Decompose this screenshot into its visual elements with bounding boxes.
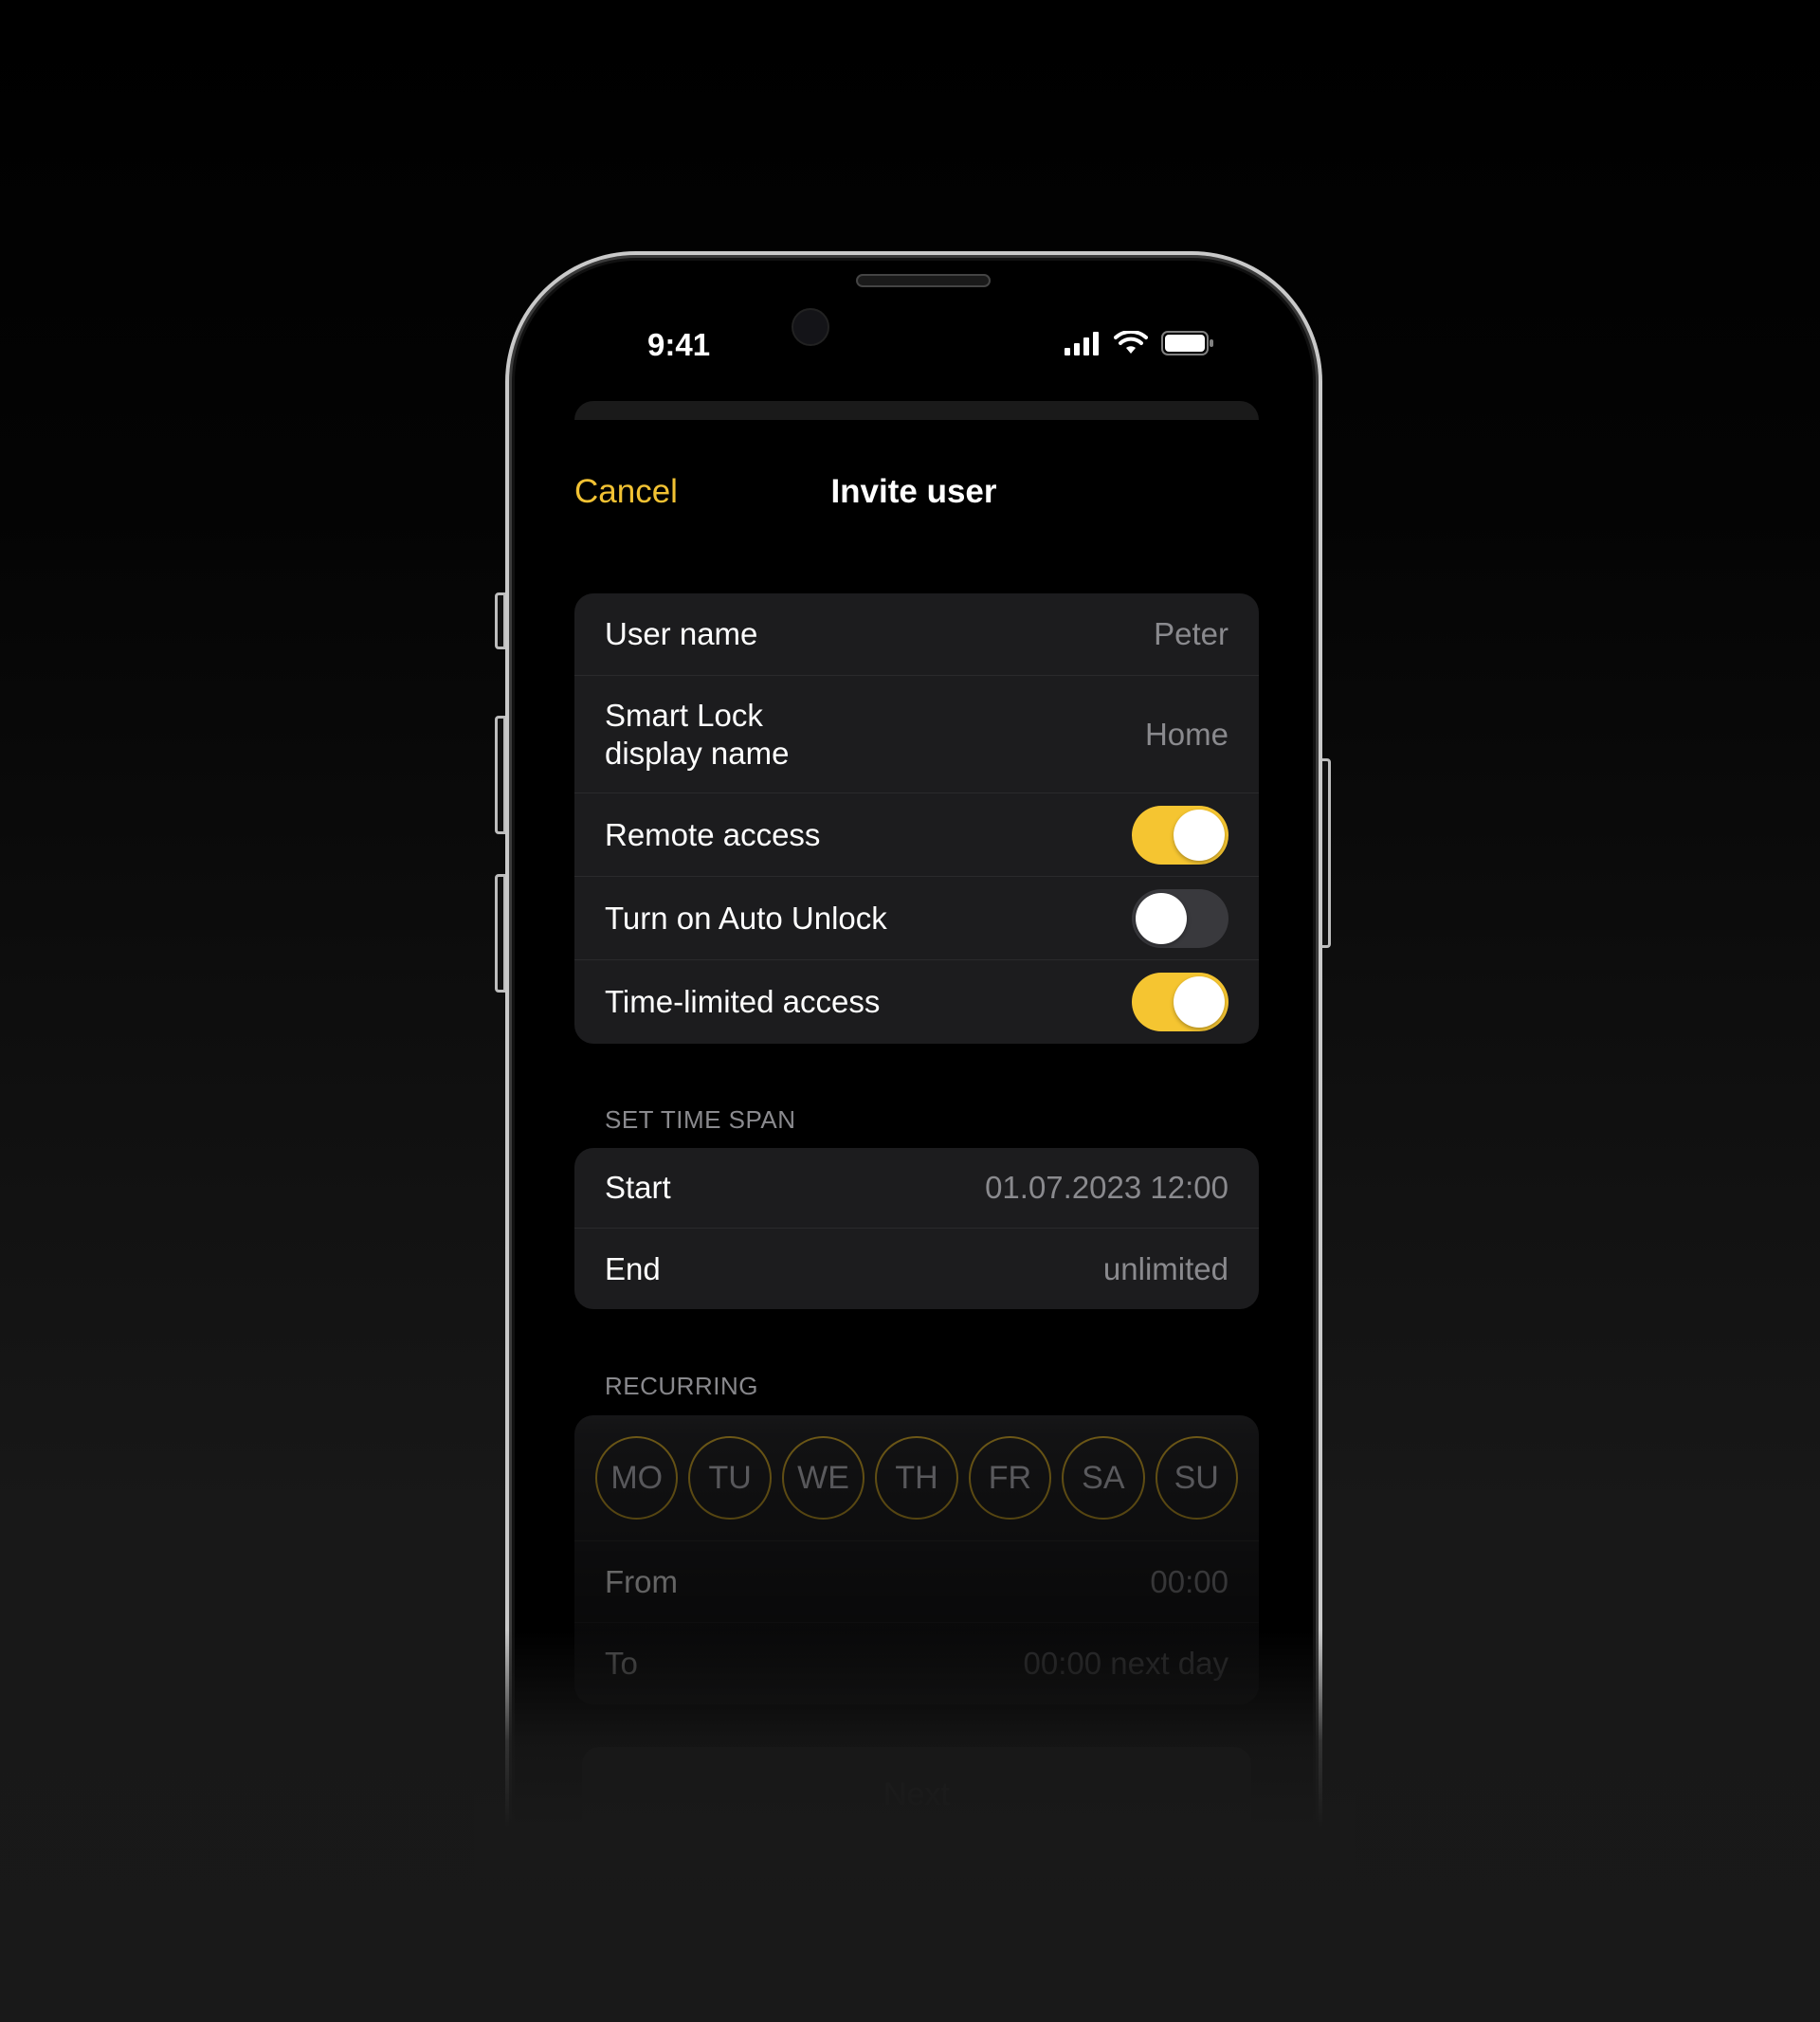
display-name-label-line1: Smart Lock [605,697,763,733]
time-span-section-label: SET TIME SPAN [605,1105,796,1134]
cellular-signal-icon [1065,332,1099,355]
user-name-row[interactable]: User name Peter [574,593,1259,676]
start-label: Start [605,1170,671,1205]
to-row[interactable]: To 00:00 next day [574,1623,1259,1704]
day-mo[interactable]: MO [595,1436,679,1520]
next-button[interactable]: Next [582,1747,1251,1842]
from-value: 00:00 [1150,1563,1228,1599]
start-value: 01.07.2023 12:00 [985,1170,1228,1205]
day-tu[interactable]: TU [688,1436,772,1520]
battery-icon [1161,331,1213,355]
day-th[interactable]: TH [875,1436,958,1520]
to-value: 00:00 next day [1023,1646,1229,1681]
cancel-button[interactable]: Cancel [574,473,678,511]
start-row[interactable]: Start 01.07.2023 12:00 [574,1148,1259,1229]
weekday-selector: MO TU WE TH FR SA SU [574,1415,1259,1541]
invite-user-sheet: Invite user Cancel User name Peter Smart… [519,420,1309,1863]
day-we[interactable]: WE [781,1436,865,1520]
status-icons [1065,331,1214,355]
phone-screen: 9:41 Invite user Cancel User name Peter … [519,264,1309,1863]
time-limited-row: Time-limited access [574,960,1259,1044]
wifi-icon [1114,331,1148,354]
from-label: From [605,1563,678,1599]
day-su[interactable]: SU [1155,1436,1238,1520]
time-limited-toggle[interactable] [1132,973,1228,1031]
user-name-label: User name [605,616,758,651]
auto-unlock-label: Turn on Auto Unlock [605,900,887,936]
phone-frame: 9:41 Invite user Cancel User name Peter … [505,251,1322,1863]
to-label: To [605,1646,638,1681]
time-span-group: Start 01.07.2023 12:00 End unlimited [574,1148,1259,1309]
end-value: unlimited [1102,1250,1228,1286]
display-name-row[interactable]: Smart Lock display name Home [574,676,1259,793]
time-limited-label: Time-limited access [605,984,881,1019]
display-name-label: Smart Lock display name [605,697,789,773]
from-row[interactable]: From 00:00 [574,1541,1259,1623]
recurring-section-label: RECURRING [605,1372,758,1400]
recurring-group: MO TU WE TH FR SA SU From 00:00 To 00:00… [574,1415,1259,1704]
camera-icon [792,308,829,346]
auto-unlock-toggle[interactable] [1132,888,1228,948]
end-label: End [605,1250,661,1286]
display-name-label-line2: display name [605,735,790,771]
auto-unlock-row: Turn on Auto Unlock [574,877,1259,960]
day-sa[interactable]: SA [1062,1436,1145,1520]
remote-access-toggle[interactable] [1132,805,1228,865]
status-time: 9:41 [647,327,711,362]
day-fr[interactable]: FR [968,1436,1052,1520]
end-row[interactable]: End unlimited [574,1229,1259,1309]
remote-access-label: Remote access [605,816,821,852]
speaker-grille [856,274,991,287]
remote-access-row: Remote access [574,793,1259,877]
user-name-value: Peter [1154,616,1228,651]
user-settings-group: User name Peter Smart Lock display name … [574,593,1259,1044]
display-name-value: Home [1144,716,1228,752]
